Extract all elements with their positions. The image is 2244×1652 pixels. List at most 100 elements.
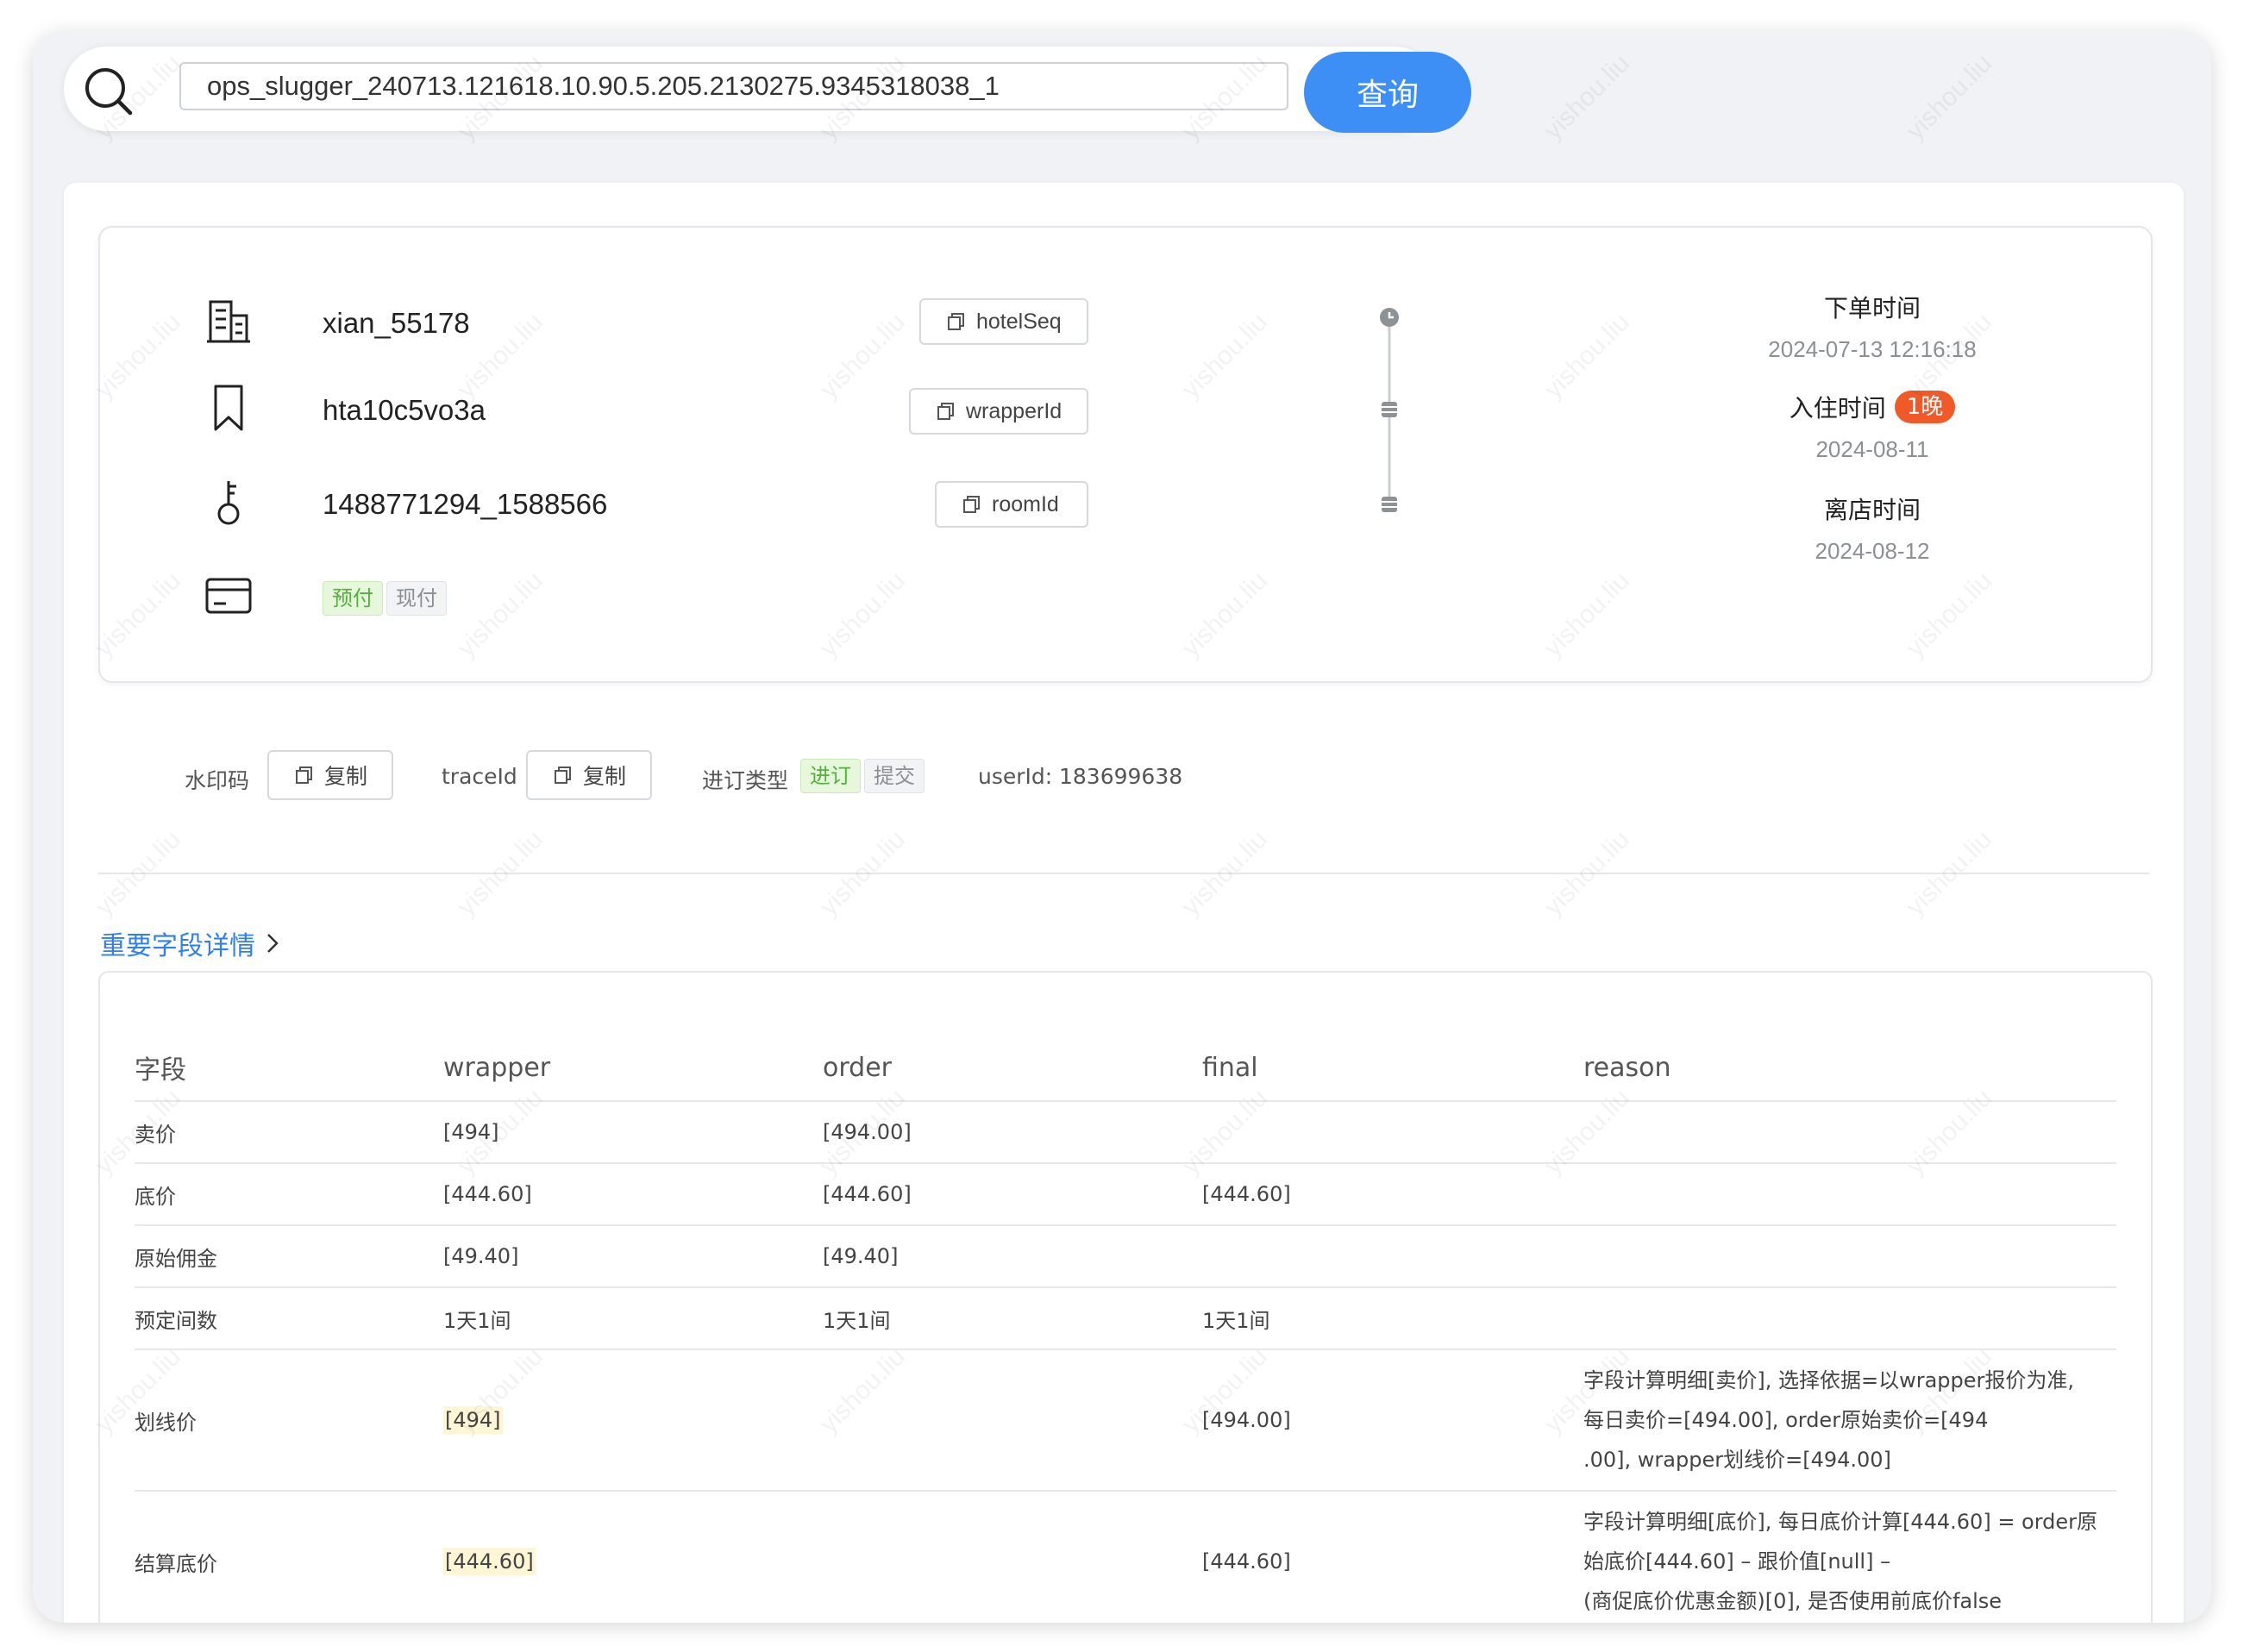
cell-final — [1202, 1225, 1583, 1288]
traceid-label: traceId — [442, 764, 517, 789]
cell-reason: 字段计算明细[卖价], 选择依据=以wrapper报价为准, 每日卖价=[494… — [1583, 1349, 2116, 1492]
cell-order: [494.00] — [823, 1101, 1202, 1164]
prepay-tag: 预付 — [323, 581, 383, 616]
reason-line: 始底价[444.60] – 跟价值[null] – — [1583, 1549, 1891, 1574]
highlighted-value: [444.60] — [443, 1548, 536, 1575]
cell-wrapper: [444.60] — [443, 1163, 823, 1226]
highlighted-value: [494] — [443, 1406, 503, 1434]
copy-icon — [296, 767, 312, 784]
search-button[interactable]: 查询 — [1304, 52, 1471, 133]
copy-watermark-label: 复制 — [324, 764, 368, 789]
cell-field: 底价 — [135, 1163, 443, 1226]
order-time-value: 2024-07-13 12:16:18 — [1768, 336, 1977, 362]
reason-line: (商促底价优惠金额)[0], 是否使用前底价false — [1583, 1589, 2003, 1613]
cell-wrapper: [494] — [443, 1101, 823, 1164]
cell-order — [823, 1349, 1202, 1492]
table-row: 预定间数 1天1间 1天1间 1天1间 — [135, 1287, 2116, 1350]
chevron-right-icon — [267, 934, 279, 953]
cell-reason — [1583, 1287, 2116, 1350]
copy-hotelseq-label: hotelSeq — [976, 309, 1062, 334]
cell-reason: 字段计算明细[底价], 每日底价计算[444.60] = order原 始底价[… — [1583, 1491, 2116, 1623]
cell-wrapper: 1天1间 — [443, 1287, 823, 1350]
copy-traceid-label: 复制 — [583, 764, 627, 789]
reason-line: 字段计算明细[底价], 每日底价计算[444.60] = order原 — [1583, 1510, 2098, 1534]
reason-line: 字段计算明细[卖价], 选择依据=以wrapper报价为准, — [1583, 1368, 2075, 1392]
cell-field: 结算底价 — [135, 1491, 443, 1623]
cell-final: [494.00] — [1202, 1349, 1583, 1492]
checkout-time-value: 2024-08-12 — [1815, 538, 1930, 564]
bookmark-icon — [214, 385, 243, 431]
search-bar: 查询 — [64, 47, 1471, 133]
cell-field: 划线价 — [135, 1349, 443, 1492]
cell-order — [823, 1491, 1202, 1623]
main-panel: xian_55178 hotelSeq hta10c5vo3a wrapperI… — [64, 183, 2184, 1623]
copy-wrapperid-button[interactable]: wrapperId — [909, 388, 1088, 435]
table-row: 底价 [444.60] [444.60] [444.60] — [135, 1163, 2116, 1226]
order-info-card: xian_55178 hotelSeq hta10c5vo3a wrapperI… — [98, 226, 2153, 683]
hotel-seq-value: xian_55178 — [323, 307, 470, 339]
booking-type-label: 进订类型 — [702, 768, 789, 793]
checkin-time-value: 2024-08-11 — [1815, 436, 1929, 462]
cell-order: [444.60] — [823, 1163, 1202, 1226]
stay-timeline — [1380, 308, 1399, 512]
table-row: 原始佣金 [49.40] [49.40] — [135, 1225, 2116, 1288]
table-row: 结算底价 [444.60] [444.60] 字段计算明细[底价], 每日底价计… — [135, 1491, 2116, 1623]
cell-final — [1202, 1101, 1583, 1164]
cell-wrapper: [444.60] — [443, 1491, 823, 1623]
booking-type-tag-submit: 提交 — [864, 759, 925, 793]
copy-icon — [948, 313, 964, 330]
search-icon — [85, 68, 133, 116]
booking-type-tags: 进订 提交 — [800, 759, 925, 793]
copy-roomid-button[interactable]: roomId — [935, 481, 1088, 528]
cell-field: 预定间数 — [135, 1287, 443, 1350]
payment-type-tags: 预付 现付 — [323, 581, 447, 616]
copy-watermark-button[interactable]: 复制 — [267, 750, 393, 800]
cell-reason — [1583, 1101, 2116, 1164]
cell-final: [444.60] — [1202, 1163, 1583, 1226]
userid-value: 183699638 — [1059, 764, 1183, 789]
order-time-label: 下单时间 — [1823, 294, 1921, 322]
credit-card-icon — [205, 578, 252, 614]
app-window: 查询 xian_55178 hotelSeq — [33, 31, 2211, 1623]
field-details-table: 字段 wrapper order final reason 卖价 [494] [… — [135, 1035, 2116, 1623]
order-time-block: 下单时间 2024-07-13 12:16:18 — [1678, 290, 2066, 363]
wrapper-id-value: hta10c5vo3a — [323, 394, 486, 426]
cell-order: [49.40] — [823, 1225, 1202, 1288]
checkin-time-label: 入住时间 1晚 — [1678, 390, 2066, 424]
copy-wrapperid-label: wrapperId — [966, 398, 1062, 423]
cell-wrapper: [49.40] — [443, 1225, 823, 1288]
checkout-time-label: 离店时间 — [1823, 496, 1921, 524]
cell-order: 1天1间 — [823, 1287, 1202, 1350]
copy-hotelseq-button[interactable]: hotelSeq — [919, 298, 1088, 345]
watermark-code-label: 水印码 — [185, 768, 250, 793]
cell-final: 1天1间 — [1202, 1287, 1583, 1350]
search-input[interactable] — [179, 62, 1288, 110]
cell-reason — [1583, 1225, 2116, 1288]
important-fields-link[interactable]: 重要字段详情 — [100, 924, 279, 962]
copy-traceid-button[interactable]: 复制 — [526, 750, 652, 800]
table-row: 卖价 [494] [494.00] — [135, 1101, 2116, 1164]
header-reason: reason — [1583, 1035, 2116, 1102]
field-details-card: 字段 wrapper order final reason 卖价 [494] [… — [98, 971, 2153, 1623]
cell-final: [444.60] — [1202, 1491, 1583, 1623]
key-icon — [217, 481, 240, 525]
cell-field: 卖价 — [135, 1101, 443, 1164]
checkin-time-block: 入住时间 1晚 2024-08-11 — [1678, 390, 2066, 463]
cell-field: 原始佣金 — [135, 1225, 443, 1288]
meta-row: 水印码 复制 traceId 复制 进订类型 进订 提交 userId: 183… — [64, 750, 2184, 802]
section-title-text: 重要字段详情 — [100, 931, 255, 961]
reason-line: .00], wrapper划线价=[494.00] — [1583, 1448, 1891, 1472]
table-row: 划线价 [494] [494.00] 字段计算明细[卖价], 选择依据=以wra… — [135, 1349, 2116, 1492]
copy-roomid-label: roomId — [992, 491, 1059, 516]
building-icon — [207, 300, 250, 343]
pay-at-hotel-tag: 现付 — [386, 581, 447, 616]
userid-label: userId: — [978, 764, 1053, 789]
cell-reason — [1583, 1163, 2116, 1226]
room-id-value: 1488771294_1588566 — [323, 488, 608, 520]
reason-line: 每日卖价=[494.00], order原始卖价=[494 — [1583, 1408, 1989, 1432]
copy-icon — [963, 496, 980, 513]
cell-wrapper: [494] — [443, 1349, 823, 1492]
section-divider — [98, 873, 2149, 874]
header-wrapper: wrapper — [443, 1035, 823, 1102]
header-final: final — [1202, 1035, 1583, 1102]
